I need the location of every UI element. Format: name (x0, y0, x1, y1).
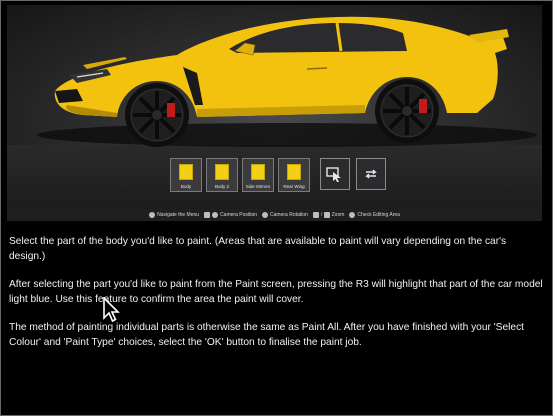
hint-text: Zoom (331, 212, 345, 218)
swap-arrows-icon (365, 169, 377, 179)
part-label: Side Mirrors (245, 184, 271, 189)
part-label: Body 2 (214, 184, 229, 189)
hint-zoom: / Zoom (312, 212, 345, 218)
color-chip (287, 164, 301, 180)
hint-text: Camera Position (220, 212, 258, 218)
screen: Body Body 2 Side Mirrors Rear Wing Navig… (0, 0, 553, 416)
check-area-button[interactable] (320, 158, 350, 190)
part-label: Body (180, 184, 192, 189)
controls-hint-bar: Navigate the Menu Camera Position Camera… (7, 209, 542, 221)
hint-navigate: Navigate the Menu (149, 212, 199, 218)
stick-press-icon (349, 212, 356, 218)
color-chip (215, 164, 229, 180)
instruction-paragraph-1: Select the part of the body you'd like t… (9, 236, 507, 262)
hint-camera-rotation: Camera Rotation (262, 212, 308, 218)
stick-icon (212, 212, 219, 218)
color-chip (251, 164, 265, 180)
hint-text: Check Editing Area (357, 212, 400, 218)
hint-text: Navigate the Menu (157, 212, 200, 218)
part-swatch-rear-wing[interactable]: Rear Wing (278, 158, 310, 192)
button-icon (204, 212, 211, 218)
hint-camera-position: Camera Position (204, 212, 257, 218)
dpad-icon (149, 212, 156, 218)
part-swatch-body-2[interactable]: Body 2 (206, 158, 238, 192)
mouse-pointer-icon (103, 297, 120, 323)
trigger-icon (323, 212, 330, 218)
instruction-paragraph-2: After selecting the part you'd like to p… (9, 279, 543, 305)
part-swatch-body[interactable]: Body (170, 158, 202, 192)
part-label: Rear Wing (283, 184, 305, 189)
hint-text: Camera Rotation (270, 212, 308, 218)
stick-icon (262, 212, 269, 218)
hint-check-area: Check Editing Area (349, 212, 400, 218)
instruction-paragraph-3: The method of painting individual parts … (9, 322, 524, 348)
part-swatch-side-mirrors[interactable]: Side Mirrors (242, 158, 274, 192)
paint-part-toolbar: Body Body 2 Side Mirrors Rear Wing (170, 158, 386, 192)
paint-area-select-icon (326, 167, 341, 182)
instructions-text: Select the part of the body you'd like t… (9, 234, 545, 363)
hint-text: / (320, 212, 323, 218)
swap-button[interactable] (356, 158, 386, 190)
color-chip (179, 164, 193, 180)
trigger-icon (312, 212, 319, 218)
